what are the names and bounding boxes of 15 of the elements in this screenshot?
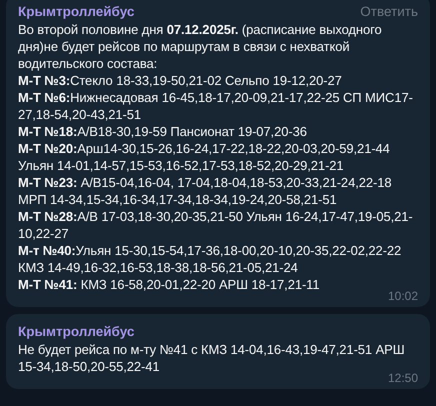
sender-name[interactable]: Крымтроллейбус bbox=[18, 4, 134, 19]
message-text: М-Т №28:А/В 17-03,18-30,20-35,21-50 Ульян 16-24,17-47,19-05,21-10,22-27 bbox=[18, 208, 414, 242]
message-text: М-Т №20:Арш14-30,15-26,16-24,17-22,18-22,20-03,20-59,21-44 Ульян 14-01,14-57,15-53,16-52,17-53,18-52,20-29,21-21 bbox=[18, 140, 391, 174]
reply-link[interactable]: Ответить bbox=[360, 4, 418, 19]
message-text: М-Т №23: А/В15-04,16-04, 17-04,18-04,18-53,20-33,21-24,22-18 МРП 14-34,15-34,16-34,17-34,18-34,19-24,20-58,21-51 bbox=[18, 174, 392, 208]
message-text: Не будет рейса по м-ту №41 с КМЗ 14-04,16-43,19-47,21-51 АРШ 15-34,18-50,20-55,22-41 bbox=[18, 341, 405, 374]
message-text: Во второй половине дня 07.12.2025г. (расписание выходного дня)не будет рейсов по маршрутам в связи с нехваткой водительского состава: bbox=[18, 21, 383, 72]
message-time: 12:50 bbox=[388, 371, 418, 385]
message-text: М-Т №6:Нижнесадовая 16-45,18-17,20-09,21-17,22-25 СП МИС17-27,18-54,20-43,21-51 bbox=[18, 89, 414, 123]
message-text: М-Т №18:А/В18-30,19-59 Пансионат 19-07,20-36 bbox=[18, 123, 308, 140]
sender-name[interactable]: Крымтроллейбус bbox=[18, 324, 134, 339]
message-time: 10:02 bbox=[388, 289, 418, 303]
message-text: М-т №40:Ульян 15-30,15-54,17-36,18-00,20-10,20-35,22-02,22-22 КМЗ 14-49,16-32,16-53,18-38,18-56,21-05,21-24 bbox=[18, 242, 402, 276]
message-text: М-Т №3:Стекло 18-33,19-50,21-02 Сельпо 19-12,20-27 bbox=[18, 72, 343, 89]
message-text: М-Т №41: КМЗ 16-58,20-01,22-20 АРШ 18-17,21-11 bbox=[18, 276, 320, 293]
